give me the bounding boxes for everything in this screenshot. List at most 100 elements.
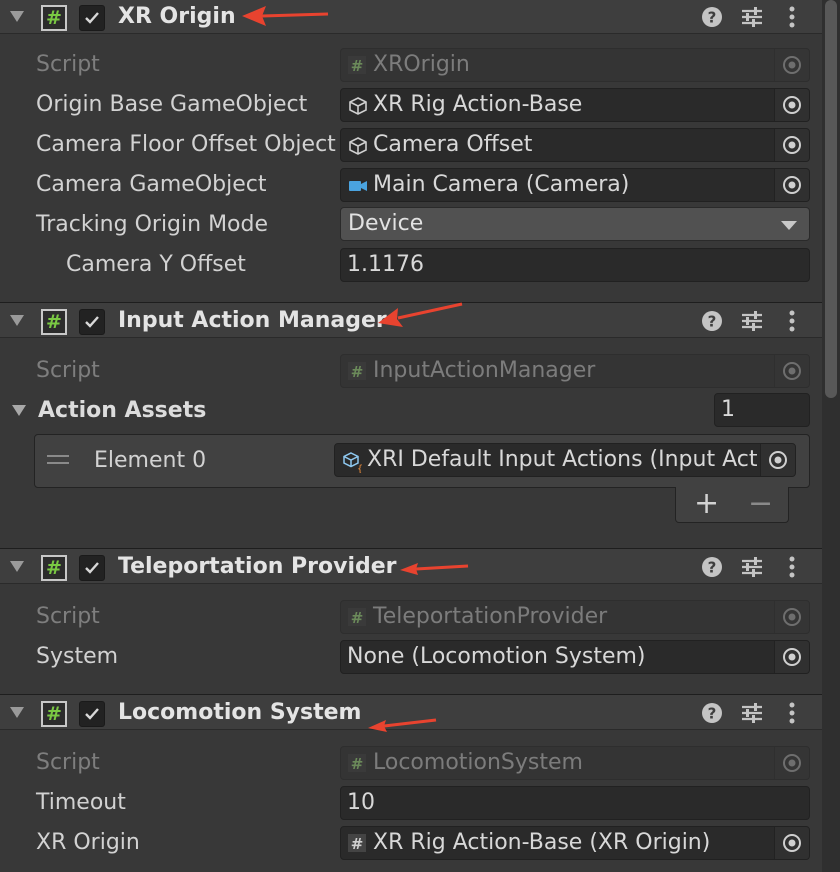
timeout-field[interactable]: 10 (340, 786, 810, 820)
svg-text:#: # (351, 755, 364, 772)
component-title: Teleportation Provider (118, 554, 397, 579)
target-icon (783, 96, 801, 114)
kebab-menu-icon[interactable] (779, 308, 805, 334)
input-actions-asset-icon: {} (343, 452, 364, 473)
object-picker-button[interactable] (774, 601, 809, 633)
origin-base-gameobject-field[interactable]: XR Rig Action-Base (340, 88, 810, 122)
tracking-origin-mode-dropdown[interactable]: Device (340, 207, 810, 241)
foldout-triangle-icon[interactable] (10, 11, 24, 22)
component-title: Input Action Manager (118, 308, 387, 333)
target-icon (783, 176, 801, 194)
element-0-field[interactable]: {} XRI Default Input Actions (Input Act (334, 443, 796, 477)
system-field[interactable]: None (Locomotion System) (340, 640, 810, 674)
object-picker-button[interactable] (774, 355, 809, 387)
camera-icon (349, 181, 367, 191)
object-picker-button[interactable] (760, 444, 795, 476)
camera-gameobject-field[interactable]: Main Camera (Camera) (340, 168, 810, 202)
enabled-checkbox[interactable] (79, 309, 105, 335)
annotation-arrow-icon (242, 6, 329, 26)
script-value: LocomotionSystem (373, 750, 583, 775)
element-0-value: XRI Default Input Actions (Input Act (367, 447, 758, 472)
xr-origin-label: XR Origin (36, 830, 140, 855)
preset-sliders-icon[interactable] (739, 700, 765, 726)
annotation-arrow-icon (368, 718, 437, 732)
scrollbar-thumb[interactable] (825, 0, 837, 398)
camera-y-offset-value: 1.1176 (347, 252, 424, 277)
help-icon[interactable]: ? (699, 700, 725, 726)
enabled-checkbox[interactable] (79, 5, 105, 31)
component-header-xr-origin[interactable]: # XR Origin ? (0, 0, 822, 34)
object-picker-button[interactable] (774, 49, 809, 81)
target-icon (783, 608, 801, 626)
preset-sliders-icon[interactable] (739, 308, 765, 334)
script-value: TeleportationProvider (373, 604, 608, 629)
target-icon (783, 754, 801, 772)
timeout-label: Timeout (36, 790, 126, 815)
camera-floor-offset-object-label: Camera Floor Offset Object (36, 132, 336, 157)
svg-text:#: # (351, 609, 364, 626)
enabled-checkbox[interactable] (79, 701, 105, 727)
annotation-arrow-icon (378, 302, 463, 327)
annotation-arrow-icon (400, 563, 469, 575)
object-picker-button[interactable] (774, 169, 809, 201)
target-icon (783, 362, 801, 380)
object-picker-button[interactable] (774, 129, 809, 161)
svg-text:#: # (351, 57, 364, 74)
foldout-triangle-icon[interactable] (10, 315, 24, 326)
object-picker-button[interactable] (774, 827, 809, 859)
timeout-value: 10 (347, 790, 375, 815)
preset-sliders-icon[interactable] (739, 554, 765, 580)
enabled-checkbox[interactable] (79, 555, 105, 581)
script-hash-icon: # (348, 56, 366, 74)
help-icon[interactable]: ? (699, 554, 725, 580)
add-element-button[interactable]: + (694, 487, 719, 521)
component-title: XR Origin (118, 4, 236, 29)
foldout-triangle-icon[interactable] (10, 561, 24, 572)
remove-element-button[interactable]: − (748, 487, 773, 521)
kebab-menu-icon[interactable] (779, 554, 805, 580)
drag-handle-icon[interactable] (47, 455, 69, 469)
svg-text:?: ? (708, 559, 717, 577)
target-icon (783, 56, 801, 74)
object-picker-button[interactable] (774, 641, 809, 673)
camera-y-offset-field[interactable]: 1.1176 (340, 248, 810, 282)
script-hash-icon: # (348, 754, 366, 772)
script-label: Script (36, 750, 100, 775)
script-field[interactable]: # TeleportationProvider (340, 600, 810, 634)
script-value: XROrigin (373, 52, 470, 77)
camera-gameobject-value: Main Camera (Camera) (373, 172, 630, 197)
camera-gameobject-label: Camera GameObject (36, 172, 267, 197)
camera-floor-offset-object-field[interactable]: Camera Offset (340, 128, 810, 162)
camera-y-offset-label: Camera Y Offset (66, 252, 246, 277)
svg-text:?: ? (708, 313, 717, 331)
script-hash-icon: # (348, 834, 366, 852)
object-picker-button[interactable] (774, 89, 809, 121)
origin-base-gameobject-label: Origin Base GameObject (36, 92, 308, 117)
script-field[interactable]: # XROrigin (340, 48, 810, 82)
action-assets-label[interactable]: Action Assets (38, 396, 206, 426)
kebab-menu-icon[interactable] (779, 4, 805, 30)
script-field[interactable]: # LocomotionSystem (340, 746, 810, 780)
script-hash-icon: # (348, 362, 366, 380)
xr-origin-field[interactable]: # XR Rig Action-Base (XR Origin) (340, 826, 810, 860)
target-icon (783, 834, 801, 852)
object-picker-button[interactable] (774, 747, 809, 779)
action-assets-size-field[interactable]: 1 (714, 393, 810, 427)
help-icon[interactable]: ? (699, 308, 725, 334)
xr-origin-value: XR Rig Action-Base (XR Origin) (373, 830, 711, 855)
script-value: InputActionManager (373, 358, 596, 383)
origin-base-gameobject-value: XR Rig Action-Base (373, 92, 583, 117)
script-hash-icon: # (41, 555, 67, 581)
script-field[interactable]: # InputActionManager (340, 354, 810, 388)
gameobject-cube-icon (349, 97, 367, 115)
element-0-label: Element 0 (94, 448, 207, 473)
system-label: System (36, 644, 119, 669)
preset-sliders-icon[interactable] (739, 4, 765, 30)
kebab-menu-icon[interactable] (779, 700, 805, 726)
foldout-triangle-icon[interactable] (10, 707, 24, 718)
foldout-triangle-icon[interactable] (12, 405, 26, 416)
vertical-scrollbar[interactable] (822, 0, 840, 872)
target-icon (783, 136, 801, 154)
help-icon[interactable]: ? (699, 4, 725, 30)
gameobject-cube-icon (349, 137, 367, 155)
